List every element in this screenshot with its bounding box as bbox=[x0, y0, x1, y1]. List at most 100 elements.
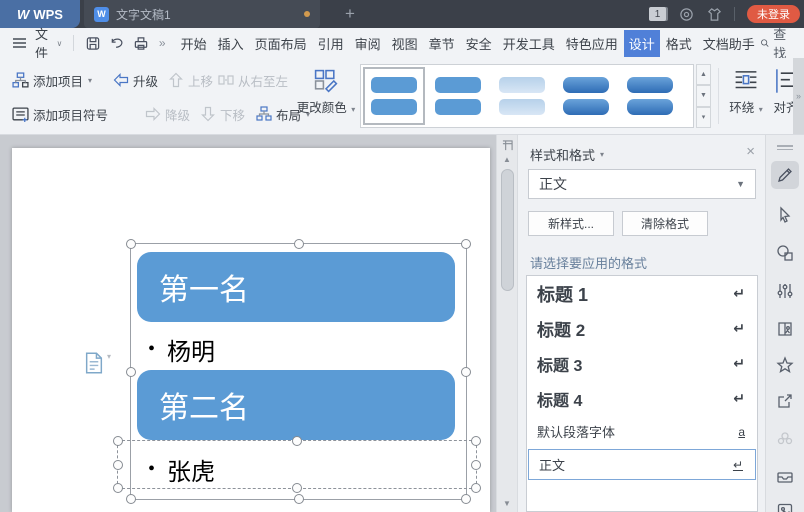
word-doc-icon: W bbox=[94, 6, 109, 22]
tab-home[interactable]: 开始 bbox=[176, 30, 212, 57]
material-library-icon[interactable] bbox=[771, 315, 799, 343]
panel-drag-handle[interactable] bbox=[777, 143, 793, 152]
find-button[interactable]: 查找 bbox=[760, 24, 791, 62]
text-wrap-button[interactable]: 环绕 ▾ bbox=[726, 68, 766, 116]
style-item-default-font[interactable]: 默认段落字体 a bbox=[527, 416, 757, 447]
selection-handle[interactable] bbox=[126, 366, 136, 377]
tab-format[interactable]: 格式 bbox=[661, 30, 697, 57]
ribbon-tab-strip: 开始 插入 页面布局 引用 审阅 视图 章节 安全 开发工具 特色应用 设计 格… bbox=[176, 29, 760, 57]
theme-icon[interactable] bbox=[678, 6, 694, 22]
window-count-badge[interactable]: 1 bbox=[649, 7, 666, 21]
paragraph-mark-icon: ↵ bbox=[733, 285, 745, 301]
tab-security[interactable]: 安全 bbox=[461, 30, 497, 57]
anchor-dropdown-icon: ▾ bbox=[107, 352, 112, 361]
favorites-star-icon[interactable] bbox=[771, 351, 799, 379]
selection-handle[interactable] bbox=[292, 483, 302, 493]
selection-handle[interactable] bbox=[471, 436, 481, 446]
selection-handle[interactable] bbox=[126, 239, 136, 249]
tab-dev-tools[interactable]: 开发工具 bbox=[498, 30, 560, 57]
tab-doc-assistant[interactable]: 文档助手 bbox=[698, 30, 760, 57]
vertical-scrollbar[interactable]: ▲ ▼ bbox=[496, 135, 517, 512]
paragraph-mark-icon: ↵ bbox=[733, 355, 745, 371]
style-item-heading4[interactable]: 标题 4 ↵ bbox=[527, 381, 757, 416]
scroll-down-button[interactable]: ▼ bbox=[497, 499, 517, 508]
select-cursor-icon[interactable] bbox=[771, 201, 799, 229]
smartart-style-thumb-1-selected[interactable] bbox=[363, 67, 425, 125]
tab-insert[interactable]: 插入 bbox=[213, 30, 249, 57]
file-menu[interactable]: 文件 bbox=[35, 24, 49, 62]
panel-close-icon[interactable]: × bbox=[746, 143, 755, 160]
smartart-title-shape-2[interactable]: 第二名 bbox=[137, 370, 455, 440]
gallery-scroll-up-button[interactable]: ▲ bbox=[696, 64, 711, 86]
style-item-heading3[interactable]: 标题 3 ↵ bbox=[527, 346, 757, 381]
smartart-bullet-item-1[interactable]: • 杨明 bbox=[148, 332, 215, 367]
smartart-style-thumb-3[interactable] bbox=[491, 67, 553, 125]
selection-handle[interactable] bbox=[293, 494, 304, 504]
skin-icon[interactable] bbox=[706, 6, 722, 22]
paragraph-mark-icon: ↵ bbox=[732, 457, 743, 472]
scrollbar-thumb[interactable] bbox=[501, 169, 514, 291]
ribbon-expand-strip[interactable]: » bbox=[793, 58, 804, 134]
selection-handle[interactable] bbox=[113, 483, 123, 493]
panel-title: 样式和格式 bbox=[530, 148, 596, 163]
panel-title-dropdown-icon[interactable]: ▾ bbox=[600, 150, 604, 159]
selection-handle[interactable] bbox=[113, 436, 123, 446]
tab-page-layout[interactable]: 页面布局 bbox=[250, 30, 312, 57]
quick-access-more-icon[interactable]: » bbox=[159, 36, 166, 50]
tab-special-features[interactable]: 特色应用 bbox=[561, 30, 623, 57]
tab-design-active[interactable]: 设计 bbox=[623, 29, 660, 57]
smartart-style-thumb-2[interactable] bbox=[427, 67, 489, 125]
smartart-text-pane-toggle[interactable]: ▾ bbox=[84, 352, 111, 374]
bullet-dot: • bbox=[148, 338, 156, 360]
new-style-button[interactable]: 新样式... bbox=[528, 211, 614, 236]
selection-handle[interactable] bbox=[461, 239, 471, 249]
new-document-tab-button[interactable]: + bbox=[336, 0, 364, 28]
clear-format-button[interactable]: 清除格式 bbox=[622, 211, 708, 236]
add-item-button[interactable]: 添加项目 ▾ bbox=[12, 68, 92, 92]
style-combobox[interactable]: 正文 ▼ bbox=[528, 169, 756, 199]
tab-section[interactable]: 章节 bbox=[424, 30, 460, 57]
smartart-style-thumb-4[interactable] bbox=[555, 67, 617, 125]
selection-handle[interactable] bbox=[461, 494, 471, 504]
smartart-title-shape-1[interactable]: 第一名 bbox=[137, 252, 455, 322]
styles-and-formatting-panel: 样式和格式 ▾ × 正文 ▼ 新样式... 清除格式 请选择要应用的格式 标题 … bbox=[517, 135, 765, 512]
tab-view[interactable]: 视图 bbox=[387, 30, 423, 57]
selection-handle[interactable] bbox=[292, 436, 302, 446]
paragraph-mark-icon: ↵ bbox=[733, 320, 745, 336]
combobox-dropdown-icon: ▼ bbox=[736, 179, 745, 189]
selection-handle[interactable] bbox=[113, 459, 123, 470]
style-item-heading2[interactable]: 标题 2 ↵ bbox=[527, 311, 757, 346]
styles-pencil-icon[interactable] bbox=[771, 161, 799, 189]
promote-button[interactable]: 升级 bbox=[113, 68, 158, 92]
smartart-bullet-item-2[interactable]: • 张虎 bbox=[148, 452, 215, 487]
style-list: 标题 1 ↵ 标题 2 ↵ 标题 3 ↵ 标题 4 ↵ 默认段落字体 a 正文 ↵ bbox=[526, 275, 758, 512]
ruler-toggle-icon[interactable] bbox=[497, 137, 517, 153]
selection-handle[interactable] bbox=[471, 483, 481, 493]
share-export-icon[interactable] bbox=[771, 387, 799, 415]
settings-sliders-icon[interactable] bbox=[771, 277, 799, 305]
tab-review[interactable]: 审阅 bbox=[350, 30, 386, 57]
undo-button[interactable] bbox=[109, 36, 125, 51]
selection-handle[interactable] bbox=[461, 366, 471, 377]
hamburger-menu-icon[interactable] bbox=[12, 37, 27, 49]
smartart-style-thumb-5[interactable] bbox=[619, 67, 681, 125]
inbox-icon[interactable] bbox=[771, 463, 799, 491]
change-colors-button[interactable]: 更改颜色 ▾ bbox=[295, 68, 357, 116]
scroll-up-button[interactable]: ▲ bbox=[497, 155, 517, 164]
style-item-heading1[interactable]: 标题 1 ↵ bbox=[527, 276, 757, 311]
selection-handle[interactable] bbox=[471, 459, 481, 470]
save-button[interactable] bbox=[85, 36, 101, 51]
tab-references[interactable]: 引用 bbox=[313, 30, 349, 57]
print-button[interactable] bbox=[133, 36, 149, 51]
selection-handle[interactable] bbox=[293, 239, 304, 249]
shapes-icon[interactable] bbox=[771, 239, 799, 267]
login-button[interactable]: 未登录 bbox=[747, 5, 800, 23]
wps-logo-icon: W bbox=[17, 6, 29, 22]
selection-handle[interactable] bbox=[126, 494, 136, 504]
style-item-body-selected[interactable]: 正文 ↵ bbox=[528, 449, 756, 480]
image-tool-icon[interactable] bbox=[771, 497, 799, 512]
character-mark-icon: a bbox=[738, 424, 745, 439]
add-bullet-button[interactable]: 添加项目符号 bbox=[12, 102, 108, 126]
gallery-scroll-down-button[interactable]: ▼ bbox=[696, 85, 711, 107]
gallery-more-button[interactable]: ▾ bbox=[696, 106, 711, 128]
